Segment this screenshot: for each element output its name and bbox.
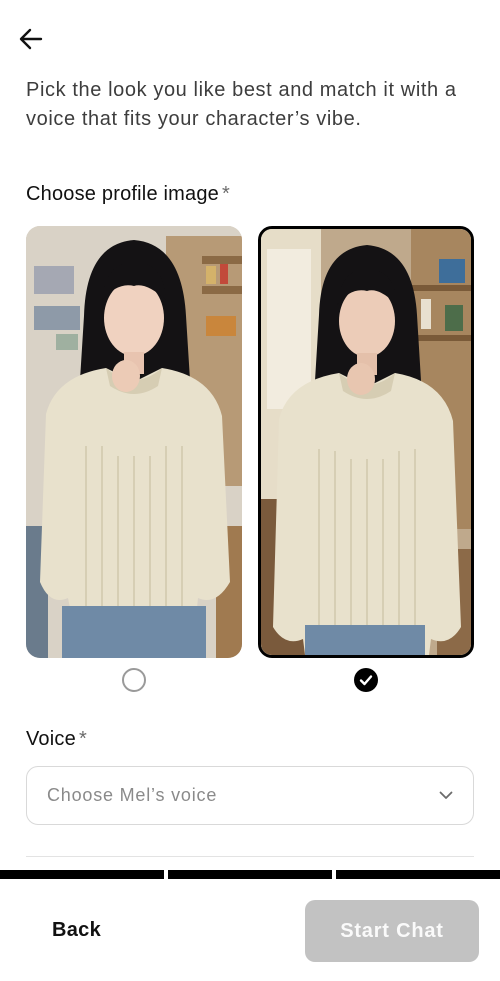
profile-image-option-1[interactable]: [26, 226, 242, 658]
chevron-down-icon: [439, 791, 453, 799]
profile-photo-2: [261, 229, 471, 655]
profile-image-option-2[interactable]: [258, 226, 474, 658]
required-mark: *: [222, 183, 230, 205]
intro-text: Pick the look you like best and match it…: [26, 79, 457, 130]
step-progress-bar: [0, 870, 500, 879]
voice-label: Voice *: [26, 728, 87, 751]
profile-option-2-radio[interactable]: [354, 668, 378, 692]
required-mark: *: [78, 728, 87, 750]
back-button[interactable]: Back: [52, 919, 101, 942]
start-chat-button[interactable]: Start Chat: [305, 900, 479, 962]
progress-segment-1: [0, 870, 164, 879]
profile-image-label-text: Choose profile image: [26, 183, 219, 205]
profile-photo-1: [26, 226, 242, 658]
profile-option-1-radio[interactable]: [122, 668, 146, 692]
voice-label-text: Voice: [26, 728, 76, 750]
progress-segment-2: [168, 870, 332, 879]
divider: [26, 856, 474, 857]
arrow-left-icon: [19, 28, 43, 50]
back-arrow-button[interactable]: [14, 24, 48, 54]
voice-select-placeholder: Choose Mel’s voice: [47, 785, 218, 805]
progress-segment-3: [336, 870, 500, 879]
voice-select[interactable]: Choose Mel’s voice: [26, 766, 474, 825]
checkmark-icon: [359, 675, 373, 686]
profile-image-label: Choose profile image *: [26, 183, 230, 206]
